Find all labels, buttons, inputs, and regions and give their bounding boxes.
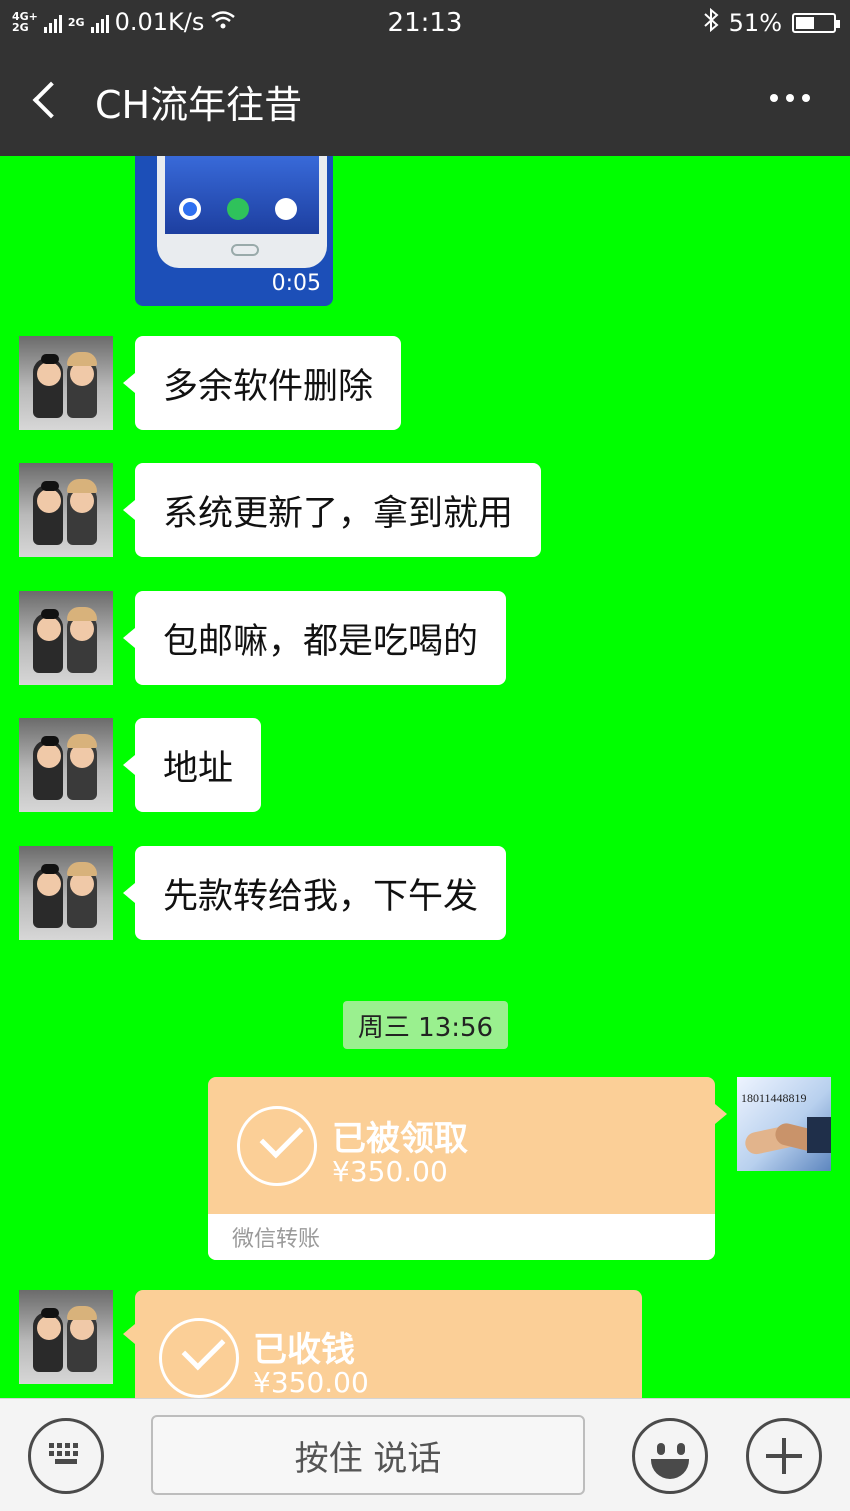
chat-timestamp: 周三 13:56: [343, 1001, 508, 1049]
message-bubble[interactable]: 系统更新了，拿到就用: [122, 463, 542, 557]
contact-avatar[interactable]: [19, 463, 113, 557]
bluetooth-icon: [703, 7, 719, 38]
transfer-status: 已收钱: [253, 1330, 355, 1370]
emoji-icon[interactable]: [632, 1418, 708, 1494]
transfer-status: 已被领取: [332, 1119, 468, 1159]
bubble-tail: [715, 1104, 727, 1124]
transfer-card-sent[interactable]: 已被领取 ¥350.00 微信转账: [208, 1077, 715, 1260]
video-duration: 0:05: [271, 271, 321, 296]
transfer-amount: ¥350.00: [332, 1155, 448, 1188]
status-right: 51%: [703, 7, 840, 38]
transfer-amount: ¥350.00: [253, 1366, 369, 1398]
chat-area[interactable]: 0:05 多余软件删除 系统更新了，拿到就用 包邮嘛，都是吃喝的 地址 先款转给…: [0, 156, 850, 1398]
message-text: 地址: [163, 748, 234, 789]
message-text: 多余软件删除: [163, 366, 374, 407]
check-circle-icon: [159, 1318, 239, 1398]
hold-to-talk-button[interactable]: 按住 说话: [151, 1415, 585, 1495]
input-bar: 按住 说话: [0, 1398, 850, 1511]
bubble-tail: [123, 1324, 135, 1344]
check-circle-icon: [237, 1106, 317, 1186]
chat-title: CH流年往昔: [95, 83, 303, 127]
plus-icon[interactable]: [746, 1418, 822, 1494]
message-bubble[interactable]: 包邮嘛，都是吃喝的: [122, 591, 507, 685]
more-dots-icon[interactable]: [770, 94, 810, 102]
contact-avatar[interactable]: [19, 336, 113, 430]
message-text: 包邮嘛，都是吃喝的: [163, 621, 479, 662]
video-thumbnail-image: [157, 156, 327, 268]
contact-avatar[interactable]: [19, 846, 113, 940]
keyboard-icon[interactable]: [28, 1418, 104, 1494]
transfer-card-received[interactable]: 已收钱 ¥350.00: [135, 1290, 642, 1398]
message-bubble[interactable]: 地址: [122, 718, 262, 812]
back-button[interactable]: [26, 76, 70, 124]
message-bubble[interactable]: 先款转给我，下午发: [122, 846, 507, 940]
contact-avatar[interactable]: [19, 1290, 113, 1384]
status-bar: 4G+ 2G 2G 0.01K/s 21:13 51%: [0, 0, 850, 44]
transfer-footer: 微信转账: [208, 1214, 715, 1260]
message-bubble[interactable]: 多余软件删除: [122, 336, 402, 430]
battery-fill: [796, 17, 814, 29]
battery-icon: [792, 13, 840, 33]
avatar-number-text: 18011448819: [741, 1091, 807, 1105]
video-message[interactable]: 0:05: [135, 156, 333, 306]
contact-avatar[interactable]: [19, 591, 113, 685]
message-text: 系统更新了，拿到就用: [163, 493, 514, 534]
back-chevron-icon: [32, 81, 70, 119]
title-bar: CH流年往昔: [0, 44, 850, 156]
self-avatar[interactable]: 18011448819: [737, 1077, 831, 1171]
battery-percent: 51%: [728, 9, 782, 37]
contact-avatar[interactable]: [19, 718, 113, 812]
message-text: 先款转给我，下午发: [163, 876, 479, 917]
